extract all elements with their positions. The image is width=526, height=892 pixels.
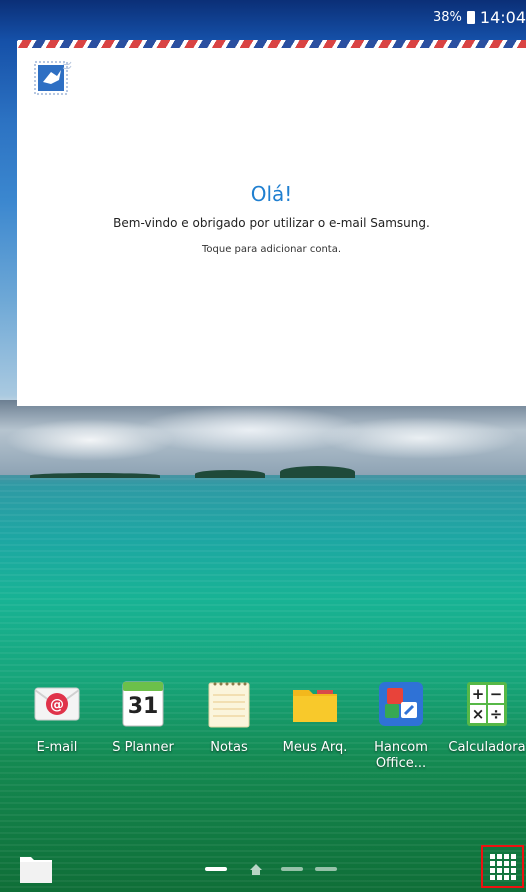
- app-s-planner[interactable]: 31 S Planner: [100, 678, 186, 756]
- calc-key-times: ×: [471, 705, 485, 723]
- app-meus-arq[interactable]: Meus Arq.: [272, 678, 358, 756]
- app-label: E-mail: [36, 740, 78, 755]
- email-widget[interactable]: Olá! Bem-vindo e obrigado por utilizar o…: [17, 40, 526, 406]
- status-bar: 38% 14:04: [0, 0, 526, 30]
- battery-percentage: 38%: [432, 10, 462, 25]
- app-label: Notas: [210, 740, 248, 755]
- apps-grid-icon: [489, 853, 516, 880]
- calendar-icon: 31: [117, 678, 169, 730]
- widget-title: Olá!: [250, 182, 293, 206]
- app-hancom-office[interactable]: Hancom Office...: [358, 678, 444, 772]
- stamp-dove-icon: [34, 61, 72, 95]
- airmail-border: [17, 40, 526, 48]
- app-email[interactable]: @ E-mail: [14, 678, 100, 756]
- app-label: S Planner: [112, 740, 174, 755]
- home-page-icon: [250, 864, 262, 875]
- app-label: Calculadora: [448, 740, 526, 755]
- hancom-office-icon: [375, 678, 427, 730]
- page-indicator: [205, 862, 340, 876]
- email-icon: @: [31, 678, 83, 730]
- calc-key-minus: −: [489, 685, 503, 703]
- notepad-icon: [203, 678, 255, 730]
- folder-icon: [289, 678, 341, 730]
- app-shortcuts: @ E-mail 31 S Planner Notas Meus Arq. Ha…: [14, 678, 526, 788]
- page-dot: [281, 867, 303, 871]
- folder-icon[interactable]: [19, 852, 53, 884]
- app-notas[interactable]: Notas: [186, 678, 272, 756]
- widget-message: Bem-vindo e obrigado por utilizar o e-ma…: [113, 216, 430, 230]
- calc-key-plus: +: [471, 685, 485, 703]
- wallpaper-islands: [0, 464, 526, 478]
- page-dot: [315, 867, 337, 871]
- calculator-icon: + − × ÷: [461, 678, 513, 730]
- svg-text:@: @: [50, 697, 64, 713]
- app-label: Hancom Office...: [374, 740, 428, 771]
- calc-key-divide: ÷: [489, 705, 503, 723]
- apps-button[interactable]: [481, 845, 524, 888]
- page-dot-active: [205, 867, 227, 871]
- add-account-prompt[interactable]: Toque para adicionar conta.: [17, 244, 526, 255]
- clock: 14:04: [479, 8, 526, 27]
- app-calculadora[interactable]: + − × ÷ Calculadora: [444, 678, 526, 756]
- app-label: Meus Arq.: [282, 740, 348, 755]
- calendar-date: 31: [127, 694, 159, 719]
- battery-icon: [466, 11, 475, 24]
